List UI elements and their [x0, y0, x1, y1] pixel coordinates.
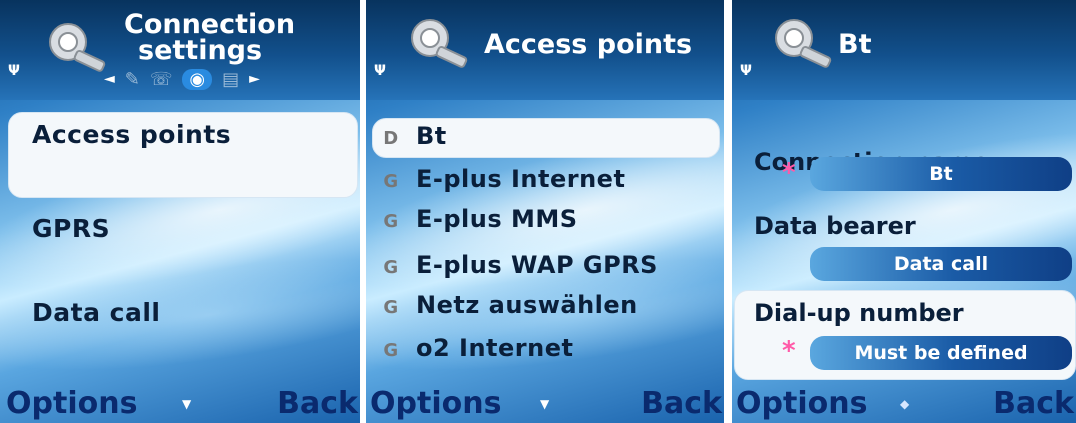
tab-phone-icon[interactable]: ☏ — [150, 69, 173, 90]
gprs-icon: G — [383, 257, 399, 278]
signal-icon: Ψ — [374, 63, 386, 79]
signal-icon: Ψ — [740, 63, 752, 79]
tab-left-arrow-icon[interactable]: ◄ — [104, 71, 115, 87]
connection-settings-screen: Connection settings Ψ ◄ ✎ ☏ ◉ ▤ ► Access… — [0, 0, 360, 423]
list-item-netz-auswaehlen[interactable]: G Netz auswählen — [380, 291, 724, 319]
signal-icon: Ψ — [8, 63, 20, 79]
access-points-list: D Bt G E-plus Internet G E-plus MMS G E-plus… — [366, 102, 724, 423]
list-item-data-call[interactable]: Data call — [32, 298, 360, 327]
dial-up-number-label: Dial-up number — [754, 299, 964, 327]
scroll-updown-icon: ◆ — [900, 397, 910, 411]
required-marker: * — [782, 336, 796, 366]
list-item-label: Netz auswählen — [416, 291, 638, 319]
softkey-bar: Options ◆ Back — [732, 379, 1076, 423]
settings-form: Connection name * Bt Data bearer Data ca… — [732, 102, 1076, 423]
data-call-icon: D — [383, 128, 399, 149]
settings-tabs[interactable]: ◄ ✎ ☏ ◉ ▤ ► — [104, 64, 260, 94]
list-item-gprs[interactable]: GPRS — [32, 214, 360, 243]
page-title: Access points — [484, 29, 693, 60]
list-item-eplus-wap-gprs[interactable]: G E-plus WAP GPRS — [380, 251, 724, 279]
options-softkey[interactable]: Options — [370, 386, 501, 421]
tab-pen-icon[interactable]: ✎ — [125, 69, 140, 90]
page-title-line2: settings — [138, 35, 263, 66]
dial-up-number-field[interactable]: Must be defined — [810, 336, 1072, 370]
softkey-bar: Options ▼ Back — [0, 379, 360, 423]
gprs-icon: G — [383, 211, 399, 232]
list-item-label: E-plus Internet — [416, 165, 626, 193]
list-item-bt[interactable]: D Bt — [380, 122, 724, 150]
list-item-eplus-mms[interactable]: G E-plus MMS — [380, 205, 724, 233]
gprs-icon: G — [383, 297, 399, 318]
scroll-down-icon: ▼ — [540, 397, 550, 411]
tab-globe-icon[interactable]: ◉ — [182, 68, 213, 90]
tab-device-icon[interactable]: ▤ — [222, 69, 239, 90]
options-softkey[interactable]: Options — [6, 386, 137, 421]
gprs-icon: G — [383, 340, 399, 361]
connection-settings-app-icon — [411, 19, 468, 68]
data-bearer-label: Data bearer — [754, 212, 916, 240]
divider — [724, 0, 732, 423]
list-item-label: E-plus WAP GPRS — [416, 251, 658, 279]
page-title: Bt — [838, 29, 872, 60]
connection-name-field[interactable]: Bt — [810, 157, 1072, 191]
required-marker: * — [782, 158, 796, 188]
list-item-eplus-internet[interactable]: G E-plus Internet — [380, 165, 724, 193]
settings-list: Access points GPRS Data call — [0, 102, 360, 423]
options-softkey[interactable]: Options — [736, 386, 867, 421]
back-softkey[interactable]: Back — [641, 386, 722, 421]
bt-settings-screen: Bt Ψ Connection name * Bt Data bearer Da… — [732, 0, 1076, 423]
data-bearer-field[interactable]: Data call — [810, 247, 1072, 281]
list-item-label: Bt — [416, 122, 447, 150]
list-item-access-points[interactable]: Access points — [32, 120, 360, 149]
list-item-o2-internet[interactable]: Go2 Internet — [380, 334, 724, 362]
list-item-label: o2 Internet — [416, 334, 574, 362]
softkey-bar: Options ▼ Back — [366, 379, 724, 423]
back-softkey[interactable]: Back — [277, 386, 358, 421]
scroll-down-icon: ▼ — [182, 397, 192, 411]
tab-right-arrow-icon[interactable]: ► — [249, 71, 260, 87]
gprs-icon: G — [383, 171, 399, 192]
list-item-label: E-plus MMS — [416, 205, 578, 233]
back-softkey[interactable]: Back — [993, 386, 1074, 421]
access-points-screen: Access points Ψ D Bt G E-plus Internet G E-… — [366, 0, 724, 423]
connection-settings-app-icon — [775, 19, 832, 68]
